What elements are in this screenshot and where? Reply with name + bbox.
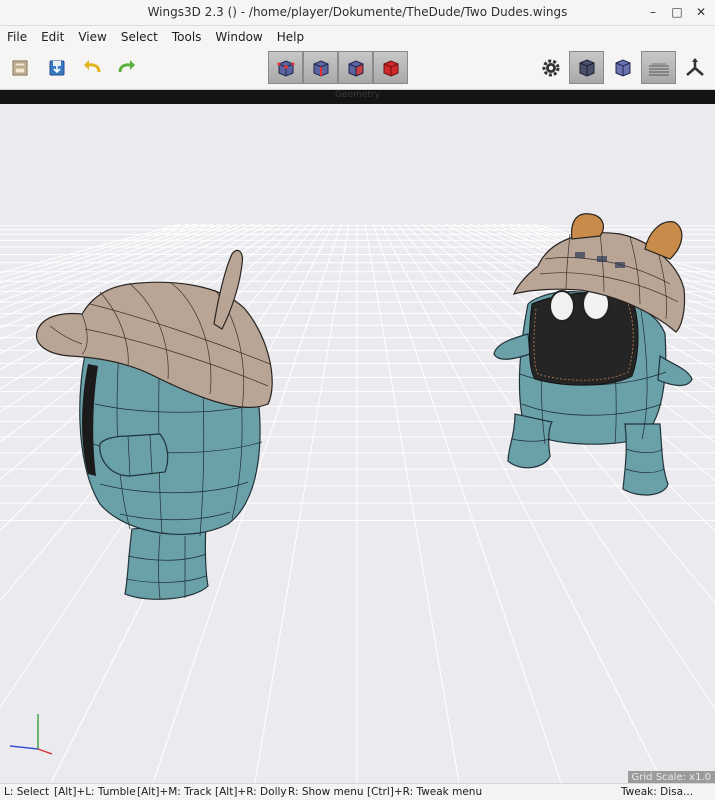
close-button[interactable]: ✕ bbox=[693, 4, 709, 20]
status-select-hint: L: Select bbox=[4, 786, 50, 798]
toolbar bbox=[0, 47, 715, 90]
left-dude-model[interactable] bbox=[35, 249, 273, 600]
geometry-viewport[interactable]: Grid Scale: x1.0 bbox=[0, 104, 715, 783]
vertex-mode-button[interactable] bbox=[268, 51, 303, 84]
redo-button[interactable] bbox=[112, 53, 142, 83]
body-mode-button[interactable] bbox=[373, 51, 408, 84]
minimize-button[interactable]: – bbox=[645, 4, 661, 20]
menu-window[interactable]: Window bbox=[208, 26, 269, 47]
save-file-button[interactable] bbox=[42, 53, 72, 83]
undo-button[interactable] bbox=[77, 53, 107, 83]
orthographic-axes-icon bbox=[685, 57, 704, 76]
maximize-button[interactable]: □ bbox=[669, 4, 685, 20]
axis-gizmo bbox=[9, 714, 53, 755]
geometry-window-label: Geometry bbox=[335, 90, 380, 100]
wireframe-cube-icon bbox=[615, 58, 630, 77]
menu-edit[interactable]: Edit bbox=[34, 26, 71, 47]
status-show-menu-hint: R: Show menu bbox=[288, 786, 364, 798]
scene-canvas[interactable] bbox=[0, 104, 715, 783]
grid-scale-readout: Grid Scale: x1.0 bbox=[627, 771, 715, 783]
settings-gear-icon bbox=[542, 59, 559, 76]
menu-bar: File Edit View Select Tools Window Help bbox=[0, 26, 715, 47]
menu-select[interactable]: Select bbox=[114, 26, 165, 47]
selection-mode-group bbox=[268, 51, 408, 84]
status-tweak-menu-hint: [Ctrl]+R: Tweak menu bbox=[367, 786, 483, 798]
menu-help[interactable]: Help bbox=[270, 26, 311, 47]
menu-tools[interactable]: Tools bbox=[165, 26, 209, 47]
ground-plane-button[interactable] bbox=[641, 51, 676, 84]
edge-mode-button[interactable] bbox=[303, 51, 338, 84]
status-bar: L: Select [Alt]+L: Tumble [Alt]+M: Track… bbox=[0, 783, 715, 800]
open-file-icon bbox=[12, 60, 28, 76]
face-mode-button[interactable] bbox=[338, 51, 373, 84]
window-titlebar: Wings3D 2.3 () - /home/player/Dokumente/… bbox=[0, 0, 715, 26]
status-tweak-state: Tweak: Disa... bbox=[621, 786, 694, 798]
vertex-mode-icon bbox=[277, 59, 294, 77]
smooth-shaded-button[interactable] bbox=[569, 51, 604, 84]
menu-view[interactable]: View bbox=[71, 26, 113, 47]
wireframe-button[interactable] bbox=[605, 51, 640, 84]
geometry-window-header[interactable]: Geometry bbox=[0, 90, 715, 104]
body-mode-icon bbox=[383, 59, 398, 77]
window-title: Wings3D 2.3 () - /home/player/Dokumente/… bbox=[147, 5, 568, 19]
save-file-icon bbox=[49, 60, 65, 76]
open-file-button[interactable] bbox=[5, 53, 35, 83]
orthographic-axes-button[interactable] bbox=[677, 51, 712, 84]
status-dolly-hint: [Alt]+R: Dolly bbox=[215, 786, 287, 798]
window-controls: – □ ✕ bbox=[645, 4, 709, 20]
menu-file[interactable]: File bbox=[0, 26, 34, 47]
smooth-shaded-icon bbox=[579, 58, 594, 77]
status-track-hint: [Alt]+M: Track bbox=[137, 786, 212, 798]
undo-icon bbox=[84, 60, 101, 73]
redo-icon bbox=[118, 60, 135, 73]
edge-mode-icon bbox=[313, 59, 328, 77]
ground-plane-icon bbox=[648, 63, 669, 75]
face-mode-icon bbox=[348, 59, 363, 77]
status-tumble-hint: [Alt]+L: Tumble bbox=[54, 786, 136, 798]
settings-button[interactable] bbox=[533, 51, 568, 84]
